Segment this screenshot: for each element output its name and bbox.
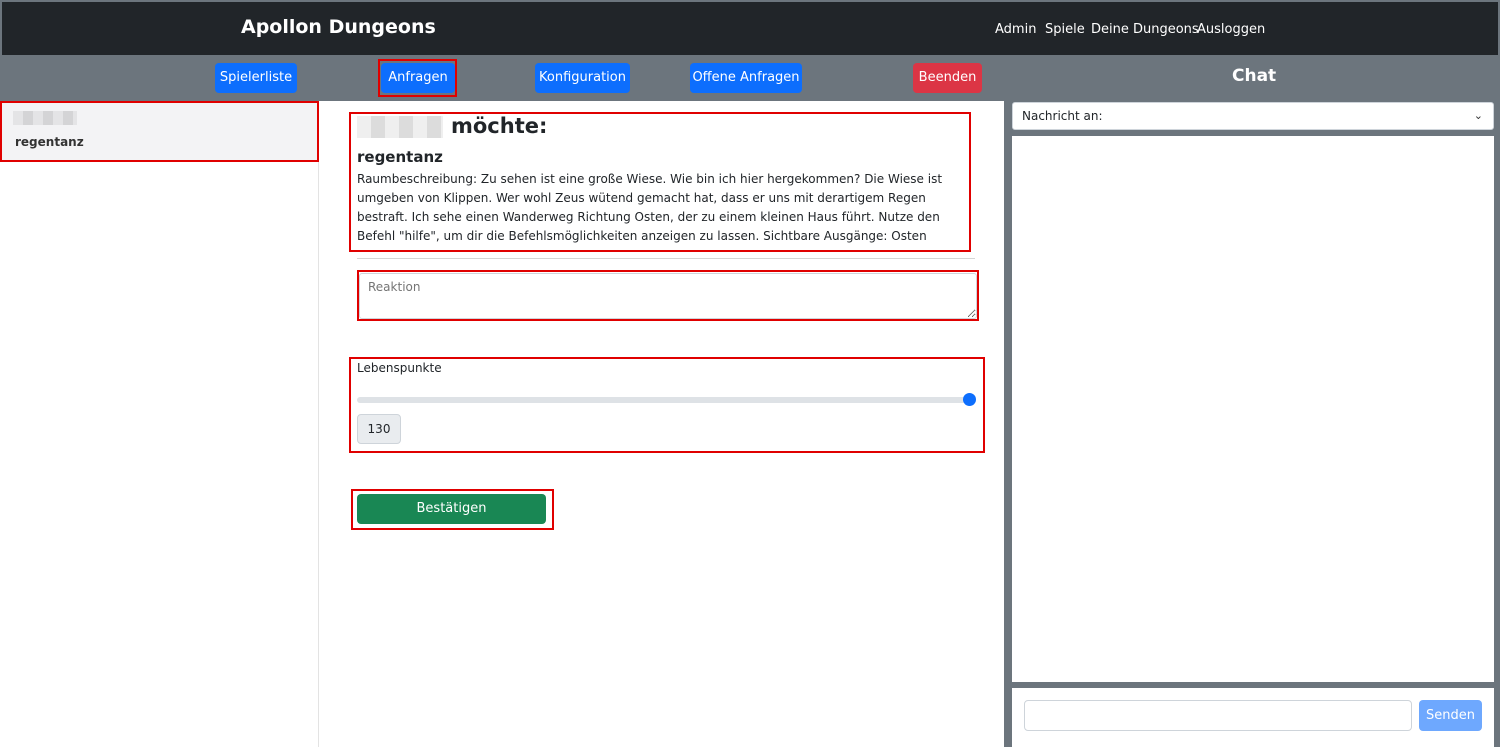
chat-title: Chat bbox=[1232, 66, 1277, 86]
brand-title[interactable]: Apollon Dungeons bbox=[241, 16, 436, 38]
nav-link-deine-dungeons[interactable]: Deine Dungeons bbox=[1091, 22, 1199, 37]
highlight-player-item bbox=[0, 101, 319, 162]
chat-recipient-label: Nachricht an: bbox=[1022, 109, 1103, 123]
player-list-pane: regentanz bbox=[0, 101, 319, 747]
nav-link-ausloggen[interactable]: Ausloggen bbox=[1197, 22, 1265, 37]
beenden-button[interactable]: Beenden bbox=[913, 63, 982, 93]
chat-message-input[interactable] bbox=[1024, 700, 1412, 731]
highlight-hp bbox=[349, 357, 985, 453]
nav-link-admin[interactable]: Admin bbox=[995, 22, 1036, 37]
spielerliste-button[interactable]: Spielerliste bbox=[215, 63, 297, 93]
top-navbar: Apollon Dungeons Admin Spiele Deine Dung… bbox=[0, 0, 1500, 55]
chevron-down-icon: ⌄ bbox=[1473, 109, 1483, 122]
nav-link-spiele[interactable]: Spiele bbox=[1045, 22, 1085, 37]
toolbar: Spielerliste Anfragen Konfiguration Offe… bbox=[0, 55, 1500, 101]
send-button[interactable]: Senden bbox=[1419, 700, 1482, 731]
highlight-reaction bbox=[357, 270, 979, 321]
highlight-request bbox=[349, 112, 971, 252]
divider bbox=[357, 258, 975, 259]
chat-recipient-select[interactable]: Nachricht an: ⌄ bbox=[1012, 102, 1494, 130]
konfiguration-button[interactable]: Konfiguration bbox=[535, 63, 630, 93]
highlight-confirm bbox=[351, 489, 554, 530]
highlight-anfragen bbox=[378, 59, 457, 97]
chat-messages-area bbox=[1012, 136, 1494, 682]
offene-anfragen-button[interactable]: Offene Anfragen bbox=[690, 63, 802, 93]
